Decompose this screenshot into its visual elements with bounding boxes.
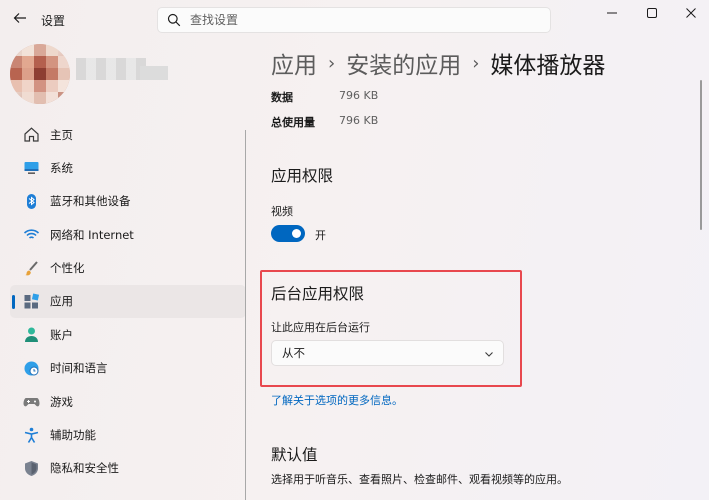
section-title-background-permissions: 后台应用权限 [271, 285, 365, 303]
apps-icon [22, 292, 40, 310]
sidebar-divider [245, 130, 246, 500]
background-run-dropdown[interactable]: 从不 [271, 340, 504, 366]
sidebar-nav: 主页 系统 蓝牙和其他设备 网络和 Internet 个性化 应用 账户 时间和… [10, 118, 246, 485]
toggle-knob [292, 229, 301, 238]
sidebar-item-label: 辅助功能 [50, 428, 96, 443]
bluetooth-icon [22, 192, 40, 210]
chevron-right-icon: › [472, 52, 480, 74]
video-permission-toggle[interactable] [271, 225, 305, 242]
sidebar-item-label: 蓝牙和其他设备 [50, 194, 131, 209]
sidebar-item-apps[interactable]: 应用 [10, 284, 246, 318]
search-box[interactable] [157, 7, 551, 33]
page-title: 媒体播放器 [490, 53, 606, 79]
defaults-description: 选择用于听音乐、查看照片、检查邮件、观看视频等的应用。 [271, 473, 568, 486]
wifi-icon [22, 226, 40, 244]
learn-more-link[interactable]: 了解关于选项的更多信息。 [271, 392, 403, 408]
title-bar: 设置 [0, 0, 709, 40]
clock-globe-icon [22, 359, 40, 377]
app-title: 设置 [41, 14, 66, 28]
sidebar-item-label: 游戏 [50, 394, 73, 409]
info-row-data: 数据 796 KB [271, 89, 378, 105]
brush-icon [22, 259, 40, 277]
breadcrumb-apps[interactable]: 应用 [271, 46, 317, 80]
search-input[interactable] [190, 11, 530, 29]
section-title-defaults: 默认值 [271, 446, 318, 464]
sidebar-item-label: 网络和 Internet [50, 227, 134, 242]
background-run-label: 让此应用在后台运行 [271, 321, 370, 334]
sidebar-item-label: 隐私和安全性 [50, 461, 119, 476]
maximize-icon [647, 8, 657, 18]
dropdown-selected-value: 从不 [282, 346, 305, 360]
sidebar-item-network[interactable]: 网络和 Internet [10, 218, 246, 251]
close-button[interactable] [679, 4, 703, 22]
video-permission-label: 视频 [271, 205, 293, 218]
system-icon [22, 159, 40, 177]
sidebar-item-label: 主页 [50, 127, 73, 142]
sidebar-item-system[interactable]: 系统 [10, 151, 246, 184]
sidebar-item-privacy[interactable]: 隐私和安全性 [10, 452, 246, 485]
home-icon [22, 126, 40, 144]
sidebar-item-label: 时间和语言 [50, 361, 108, 376]
chevron-right-icon: › [328, 52, 336, 74]
minimize-icon [607, 12, 617, 14]
info-key: 总使用量 [271, 116, 315, 129]
sidebar-item-time-language[interactable]: 时间和语言 [10, 352, 246, 385]
close-icon [686, 8, 696, 18]
shield-icon [22, 459, 40, 477]
breadcrumb-installed-apps[interactable]: 安装的应用 [346, 46, 461, 80]
sidebar-item-label: 系统 [50, 160, 73, 175]
back-arrow-icon [13, 13, 26, 23]
breadcrumb: 应用 › 安装的应用 › 媒体播放器 [271, 46, 605, 80]
accessibility-icon [22, 426, 40, 444]
avatar[interactable] [10, 44, 70, 104]
search-icon [167, 13, 181, 27]
sidebar-item-label: 应用 [50, 294, 73, 309]
sidebar-item-bluetooth[interactable]: 蓝牙和其他设备 [10, 185, 246, 218]
maximize-button[interactable] [640, 4, 664, 22]
user-name-redacted [76, 58, 146, 80]
sidebar-item-accounts[interactable]: 账户 [10, 318, 246, 351]
sidebar-item-accessibility[interactable]: 辅助功能 [10, 419, 246, 452]
scrollbar[interactable] [700, 80, 702, 230]
sidebar-item-home[interactable]: 主页 [10, 118, 246, 151]
gamepad-icon [22, 393, 40, 411]
sidebar-item-personalization[interactable]: 个性化 [10, 252, 246, 285]
minimize-button[interactable] [600, 4, 624, 22]
info-row-total-usage: 总使用量 796 KB [271, 114, 378, 130]
back-button[interactable] [8, 6, 32, 30]
info-value: 796 KB [339, 89, 379, 102]
info-key: 数据 [271, 91, 293, 104]
account-icon [22, 326, 40, 344]
user-email-redacted [140, 66, 168, 80]
section-title-app-permissions: 应用权限 [271, 167, 334, 185]
sidebar-item-label: 个性化 [50, 261, 85, 276]
chevron-down-icon [485, 352, 493, 357]
info-value: 796 KB [339, 114, 379, 127]
sidebar-item-gaming[interactable]: 游戏 [10, 385, 246, 418]
toggle-state-label: 开 [315, 229, 326, 242]
sidebar-item-label: 账户 [50, 327, 73, 342]
